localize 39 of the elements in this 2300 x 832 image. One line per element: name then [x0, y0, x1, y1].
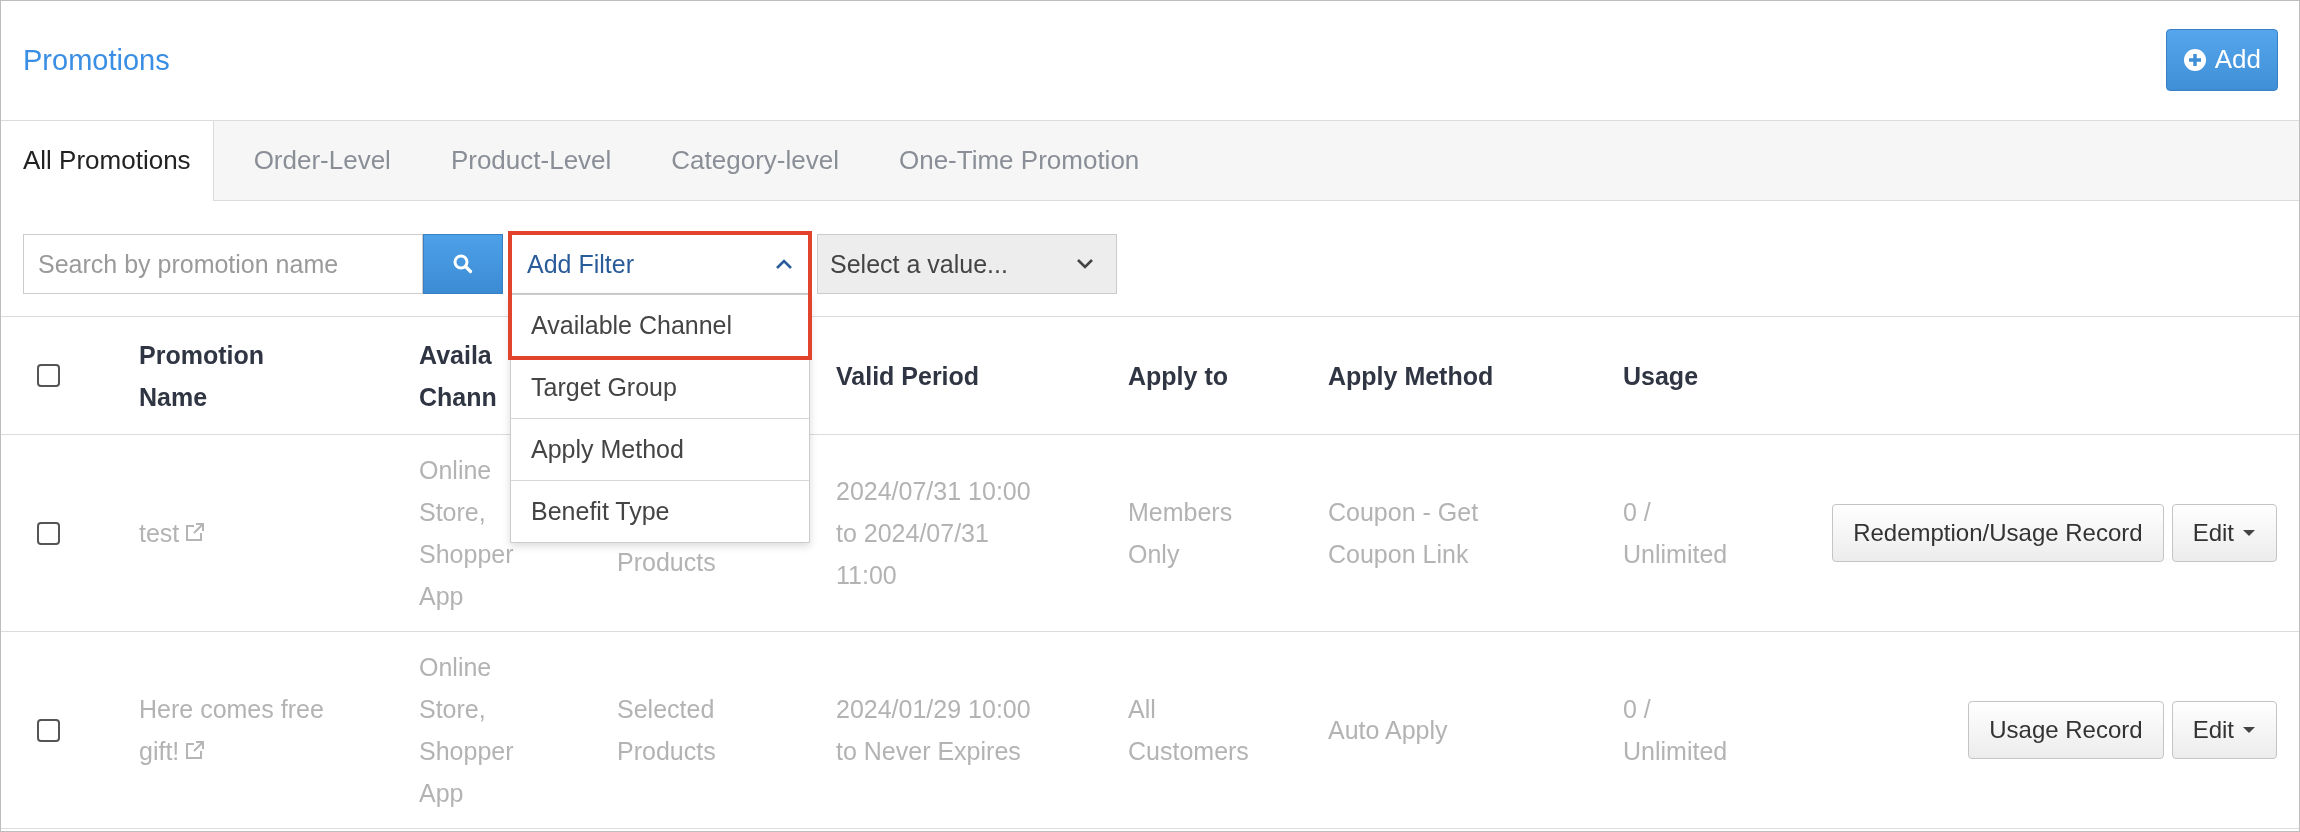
- page-title: Promotions: [23, 44, 170, 77]
- column-header: Apply Method: [1328, 317, 1623, 435]
- checkbox[interactable]: [37, 718, 60, 742]
- search-button[interactable]: [423, 234, 503, 294]
- external-link-icon: [183, 740, 206, 762]
- table-cell: 2024/07/31 10:00 to 2024/07/31 11:00: [836, 435, 1128, 632]
- table-cell: Online Store, Shopper App: [419, 632, 617, 829]
- table-cell: Selected Products: [617, 632, 836, 829]
- tab[interactable]: All Promotions: [1, 121, 214, 201]
- chevron-icon: [775, 258, 793, 270]
- record-button[interactable]: Redemption/Usage Record: [1832, 504, 2164, 562]
- search-icon: [452, 253, 474, 275]
- plus-circle-icon: [2182, 47, 2207, 72]
- edit-dropdown-button[interactable]: Edit: [2171, 504, 2277, 562]
- table-cell: 0 / Unlimited: [1623, 632, 1791, 829]
- search-field[interactable]: Search by promotion name: [23, 234, 423, 294]
- record-button[interactable]: Usage Record: [1968, 701, 2164, 759]
- checkbox[interactable]: [37, 364, 60, 387]
- table-cell: All Customers: [1128, 632, 1328, 829]
- table-cell: Members Only: [1128, 435, 1328, 632]
- edit-dropdown-button[interactable]: Edit: [2171, 701, 2277, 759]
- menu-item[interactable]: Benefit Type: [511, 481, 809, 542]
- column-header: Valid Period: [836, 317, 1128, 435]
- checkbox[interactable]: [37, 521, 60, 545]
- menu-item[interactable]: Available Channel: [511, 295, 809, 357]
- caret-icon: [2242, 726, 2256, 734]
- table-cell: Auto Apply: [1328, 632, 1623, 829]
- external-link-icon: [183, 522, 206, 544]
- column-header: Usage: [1623, 317, 1791, 435]
- table-cell: Coupon - Get Coupon Link: [1328, 435, 1623, 632]
- column-header: Apply to: [1128, 317, 1328, 435]
- table-cell: 2024/01/29 10:00 to Never Expires: [836, 632, 1128, 829]
- column-header: Promotion Name: [139, 317, 419, 435]
- menu-item[interactable]: Target Group: [511, 357, 809, 419]
- chevron-down-icon: [1076, 258, 1094, 270]
- table-cell: 0 / Unlimited: [1623, 435, 1791, 632]
- caret-icon: [2242, 529, 2256, 537]
- menu-item[interactable]: Apply Method: [511, 419, 809, 481]
- value-select[interactable]: Select a value...: [817, 234, 1117, 294]
